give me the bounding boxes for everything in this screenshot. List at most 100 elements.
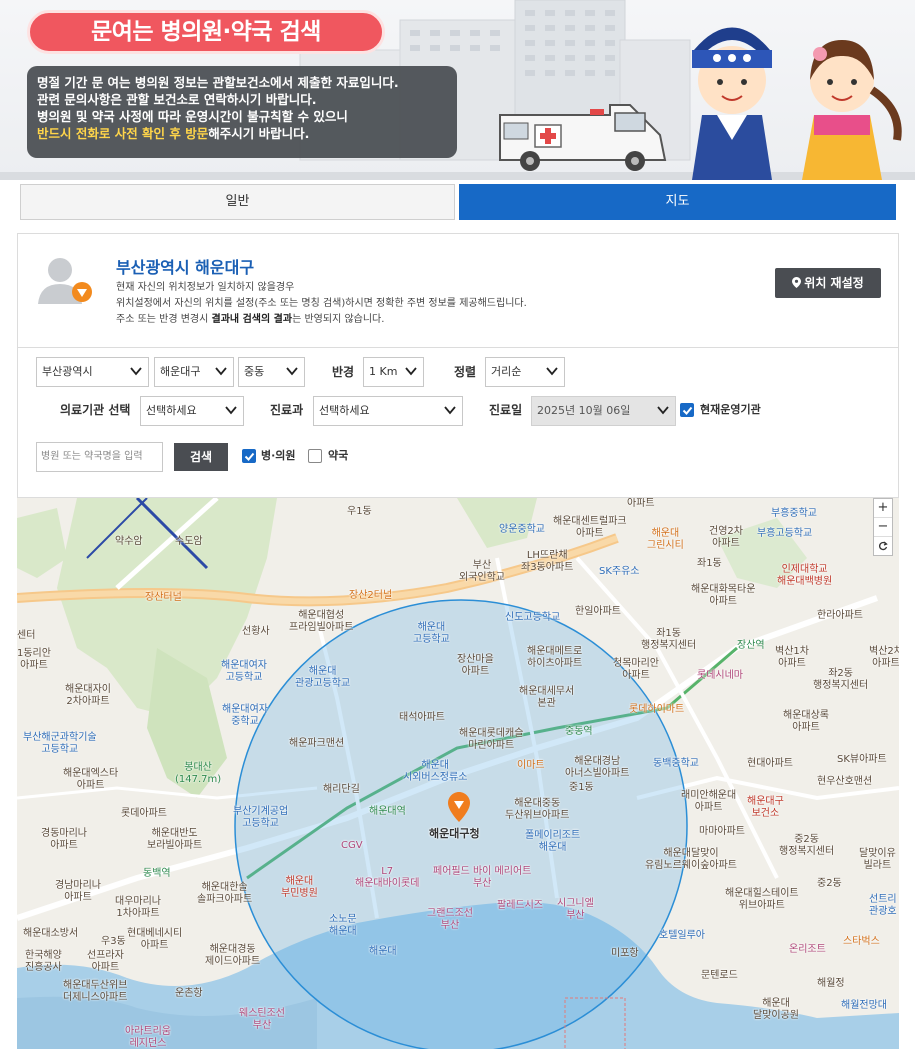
notice-line-3: 병의원 및 약국 사정에 따라 운영시간이 불규칙할 수 있으니 [37, 109, 348, 124]
institution-select[interactable]: 선택하세요 [140, 396, 244, 426]
map-label: 현우산호맨션 [817, 776, 873, 787]
map-label: 해운대역 [369, 806, 406, 817]
reset-location-button[interactable]: 위치 재설정 [775, 268, 881, 298]
chevron-down-icon [546, 367, 558, 376]
location-description: 현재 자신의 위치정보가 일치하지 않을경우 위치설정에서 자신의 위치를 설정… [116, 280, 527, 328]
map-label: 우1동 [347, 506, 372, 517]
map-label: 운촌항 [175, 988, 203, 999]
location-desc-line-1: 현재 자신의 위치정보가 일치하지 않을경우 [116, 282, 295, 293]
map-label: 해운대센트럴파크 아파트 [553, 516, 627, 539]
map-label: 해운대협성 프라임빌아파트 [289, 610, 354, 633]
dong-select[interactable]: 중동 [238, 357, 305, 387]
map-label: 이마트 [517, 760, 545, 771]
map-label: 벽산1차 아파트 [775, 646, 809, 669]
hospital-checkbox[interactable] [242, 449, 256, 463]
map-label: 해운대엑스타 아파트 [63, 768, 119, 791]
map-label: LH뜨란채 좌3동아파트 [521, 550, 574, 573]
header-banner: 문여는 병의원·약국 검색 명절 기간 문 여는 병의원 정보는 관할보건소에서… [0, 0, 915, 180]
map-label: 해운대경동 제이드아파트 [205, 944, 261, 967]
tab-general[interactable]: 일반 [20, 184, 455, 220]
notice-line-4: 반드시 전화로 사전 확인 후 방문해주시기 바랍니다. [37, 125, 447, 142]
search-input[interactable]: 병원 또는 약국명을 입력 [36, 442, 163, 472]
map-label: 해운대두산위브 더제니스아파트 [63, 980, 128, 1003]
ambulance-illustration [499, 104, 667, 171]
open-now-checkbox[interactable] [680, 403, 694, 417]
map-label: 해운대자이 2차아파트 [65, 684, 111, 707]
sort-select[interactable]: 거리순 [485, 357, 565, 387]
map-label: 온리조트 [789, 944, 826, 955]
map-label: 한라아파트 [817, 610, 863, 621]
map-label: 선트리 관광호 [869, 894, 897, 917]
map-label: 폴메이리조트 해운대 [525, 830, 581, 853]
map-label: 장산마을 아파트 [457, 654, 494, 677]
notice-highlight: 반드시 전화로 사전 확인 후 방문 [37, 126, 209, 141]
map-label: 부산해군과학기술 고등학교 [23, 732, 97, 755]
map-label: 소노문 해운대 [329, 914, 357, 937]
map-label: 시그니엘 부산 [557, 898, 594, 921]
radius-select[interactable]: 1 Km [363, 357, 424, 387]
sort-label: 정렬 [454, 365, 477, 379]
chevron-down-icon [286, 367, 298, 376]
sigungu-select[interactable]: 해운대구 [154, 357, 234, 387]
map-label: 해운대화목타운 아파트 [691, 584, 756, 607]
map-label: 센터 [17, 630, 36, 641]
map-label: 해운대한솔 솔파크아파트 [197, 882, 253, 905]
date-select[interactable]: 2025년 10월 06일 [531, 396, 676, 426]
department-label: 진료과 [270, 403, 304, 417]
location-title: 부산광역시 해운대구 [116, 258, 255, 277]
map-label: 스타벅스 [843, 936, 880, 947]
map-label: 우3동 [101, 936, 126, 947]
location-card: 부산광역시 해운대구 현재 자신의 위치정보가 일치하지 않을경우 위치설정에서… [17, 233, 899, 348]
map-label: SK뷰아파트 [837, 754, 887, 765]
map-label: 동백역 [143, 868, 171, 879]
map-label: 중2동 행정복지센터 [779, 834, 835, 857]
refresh-icon [879, 541, 888, 551]
sido-select[interactable]: 부산광역시 [36, 357, 149, 387]
district-office-label: 해운대구청 [429, 827, 480, 840]
notice-line-2: 관련 문의사항은 관할 보건소로 연락하시기 바랍니다. [37, 92, 317, 107]
map-label: 대우마리나 1차아파트 [115, 896, 161, 919]
search-button[interactable]: 검색 [174, 443, 228, 471]
map-label: 태석아파트 [399, 712, 445, 723]
map-label: 수도암 [175, 536, 203, 547]
map-label: 페어필드 바이 메리어트 부산 [433, 866, 532, 889]
refresh-map-button[interactable] [874, 537, 892, 556]
chevron-down-icon [444, 406, 456, 415]
map-label: 해운대 부민병원 [281, 876, 318, 899]
radius-label: 반경 [332, 365, 355, 379]
zoom-in-button[interactable]: + [874, 499, 892, 518]
map-label: 장산역 [737, 640, 765, 651]
chevron-down-icon [215, 367, 227, 376]
map-label: 현대베네시티 아파트 [127, 928, 183, 951]
zoom-out-button[interactable]: − [874, 518, 892, 537]
characters-illustration [692, 27, 902, 180]
map-label: 인제대학교 해운대백병원 [777, 564, 833, 587]
map-label: 아라트리움 레지던스 [125, 1026, 171, 1049]
map-label: 부흥고등학교 [757, 528, 813, 539]
tab-map[interactable]: 지도 [459, 184, 896, 220]
map-label: 아파트 [627, 498, 655, 509]
map-label: 달맞이유 빌라트 [859, 848, 896, 871]
map-label: 롯데아파트 [121, 808, 167, 819]
map-label: 해월정 [817, 978, 845, 989]
department-select[interactable]: 선택하세요 [313, 396, 463, 426]
map-view[interactable]: 우1동 약수암 수도암 장산터널 장산2터널 해운대협성 프라임빌아파트 선황사 … [17, 498, 899, 1049]
map-label: CGV [341, 840, 363, 851]
map-label: 해운대구 보건소 [747, 796, 784, 819]
map-label: 중2동 [817, 878, 842, 889]
pharmacy-checkbox[interactable] [308, 449, 322, 463]
map-label: 해운대 그린시티 [647, 528, 684, 551]
chevron-down-icon [405, 367, 417, 376]
institution-label: 의료기관 선택 [60, 403, 131, 417]
map-label: 선황사 [242, 626, 270, 637]
map-label: 해운대여자 고등학교 [221, 660, 267, 683]
notice-tail: 해주시기 바랍니다. [208, 126, 310, 141]
map-label: SK주유소 [599, 566, 640, 577]
map-label: 좌1동 행정복지센터 [641, 628, 697, 651]
map-label: 경남마리나 아파트 [55, 880, 101, 903]
notice-box: 명절 기간 문 여는 병의원 정보는 관할보건소에서 제출한 자료입니다. 관련… [27, 66, 457, 158]
map-label: 래미안해운대 아파트 [681, 790, 737, 813]
map-label: 해운대롯데캐슬 마린아파트 [459, 728, 524, 751]
map-label: 해운대반도 보라빌아파트 [147, 828, 203, 851]
location-desc-line-3: 주소 또는 반경 변경시 결과내 검색의 결과는 반영되지 않습니다. [116, 314, 385, 325]
